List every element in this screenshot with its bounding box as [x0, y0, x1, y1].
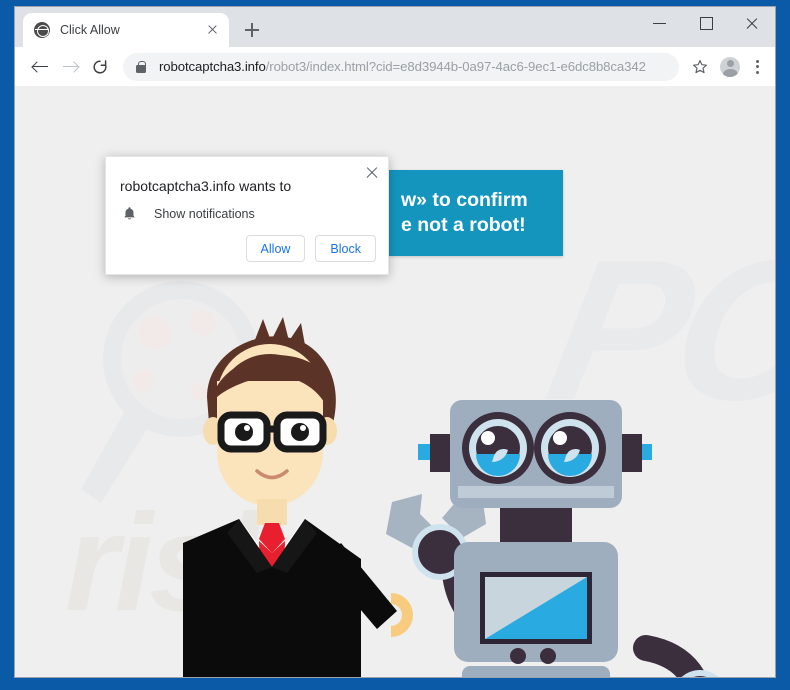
close-icon[interactable] [203, 21, 221, 39]
lock-icon [133, 59, 149, 75]
maximize-button[interactable] [683, 7, 729, 39]
close-icon[interactable] [362, 163, 382, 183]
window-controls [637, 7, 775, 39]
robot-illustration [386, 400, 719, 677]
dialog-buttons: Allow Block [245, 235, 376, 262]
new-tab-button[interactable] [238, 16, 266, 44]
url-host: robotcaptcha3.info [159, 59, 266, 74]
block-button[interactable]: Block [315, 235, 376, 262]
star-icon[interactable] [685, 52, 715, 82]
browser-toolbar: robotcaptcha3.info/robot3/index.html?cid… [15, 47, 775, 86]
browser-window: Click Allow robotcaptcha3.info/robot3/in… [14, 6, 776, 678]
banner-line-1: w» to confirm [401, 189, 528, 211]
permission-label: Show notifications [154, 207, 255, 221]
permission-row: Show notifications [120, 205, 255, 223]
back-arrow-icon[interactable] [25, 52, 55, 82]
businessman-pointing-illustration [183, 317, 413, 677]
page-viewport: PC risk w» to confirm e not a robot! rob… [15, 86, 775, 677]
avatar-icon[interactable] [715, 52, 745, 82]
notification-permission-dialog: robotcaptcha3.info wants to Show notific… [105, 156, 389, 275]
close-window-button[interactable] [729, 7, 775, 39]
tab-title: Click Allow [60, 23, 120, 37]
desktop-background: Click Allow robotcaptcha3.info/robot3/in… [0, 0, 790, 690]
dialog-title: robotcaptcha3.info wants to [120, 178, 292, 194]
forward-arrow-icon[interactable] [55, 52, 85, 82]
url-text: robotcaptcha3.info/robot3/index.html?cid… [159, 59, 646, 74]
minimize-button[interactable] [637, 7, 683, 39]
globe-icon [34, 22, 50, 38]
tab-strip: Click Allow [15, 7, 775, 47]
browser-tab[interactable]: Click Allow [23, 13, 229, 47]
allow-button[interactable]: Allow [245, 235, 306, 262]
banner-line-2: e not a robot! [401, 214, 526, 236]
bell-icon [120, 205, 138, 223]
url-path: /robot3/index.html?cid=e8d3944b-0a97-4ac… [265, 59, 646, 74]
three-dot-menu-icon[interactable] [745, 52, 769, 82]
page-banner: w» to confirm e not a robot! [389, 170, 563, 256]
address-bar[interactable]: robotcaptcha3.info/robot3/index.html?cid… [123, 52, 679, 81]
reload-icon[interactable] [85, 52, 115, 82]
